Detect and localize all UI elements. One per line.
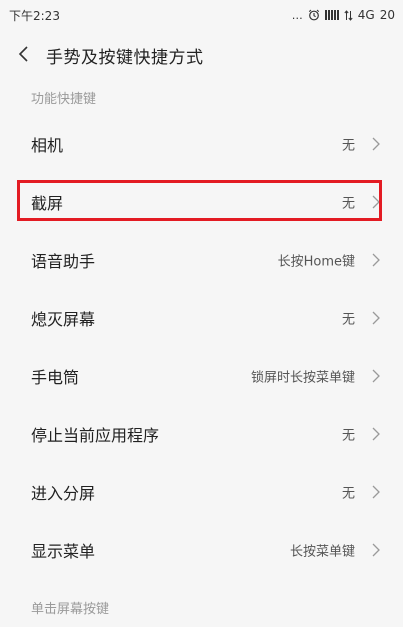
row-label: 相机 — [31, 136, 64, 155]
chevron-right-icon — [372, 311, 380, 325]
section-header-single-tap-keys: 单击屏幕按键 — [31, 602, 110, 617]
chevron-left-icon[interactable] — [14, 44, 34, 64]
app-header: 手势及按键快捷方式 — [0, 30, 403, 78]
status-bar: 下午2:23 … 4G 20 — [0, 0, 403, 30]
list-item-voice-assistant[interactable]: 语音助手 长按Home键 — [0, 231, 403, 289]
battery-level: 20 — [379, 8, 395, 22]
row-label: 显示菜单 — [31, 542, 96, 561]
network-type: 4G — [357, 8, 375, 22]
list-item-camera[interactable]: 相机 无 — [0, 115, 403, 173]
list-item-stop-current-app[interactable]: 停止当前应用程序 无 — [0, 405, 403, 463]
row-value: 无 — [341, 486, 355, 502]
row-value: 长按菜单键 — [289, 544, 355, 560]
highlight-box — [17, 180, 382, 221]
chevron-right-icon — [372, 369, 380, 383]
chevron-right-icon — [372, 485, 380, 499]
row-value: 无 — [341, 312, 355, 328]
row-value: 锁屏时长按菜单键 — [250, 370, 355, 386]
section-header-function-shortcuts: 功能快捷键 — [31, 92, 97, 107]
row-value: 无 — [341, 428, 355, 444]
row-label: 停止当前应用程序 — [31, 426, 160, 445]
data-transfer-icon — [344, 9, 353, 21]
signal-strength-icon — [324, 10, 339, 20]
chevron-right-icon — [372, 543, 380, 557]
chevron-right-icon — [372, 427, 380, 441]
status-time: 下午2:23 — [9, 8, 60, 23]
status-icons: … 4G 20 — [292, 8, 395, 22]
row-label: 熄灭屏幕 — [31, 310, 96, 329]
chevron-right-icon — [372, 253, 380, 267]
more-dots-icon: … — [291, 8, 303, 22]
list-item-screen-off[interactable]: 熄灭屏幕 无 — [0, 289, 403, 347]
list-item-split-screen[interactable]: 进入分屏 无 — [0, 463, 403, 521]
list-item-show-menu[interactable]: 显示菜单 长按菜单键 — [0, 521, 403, 579]
row-label: 语音助手 — [31, 252, 96, 271]
row-label: 手电筒 — [31, 368, 80, 387]
list-item-flashlight[interactable]: 手电筒 锁屏时长按菜单键 — [0, 347, 403, 405]
row-value: 长按Home键 — [277, 254, 355, 270]
page-title: 手势及按键快捷方式 — [46, 48, 204, 68]
row-label: 进入分屏 — [31, 484, 96, 503]
alarm-clock-icon — [308, 9, 319, 21]
chevron-right-icon — [372, 137, 380, 151]
row-value: 无 — [341, 138, 355, 154]
